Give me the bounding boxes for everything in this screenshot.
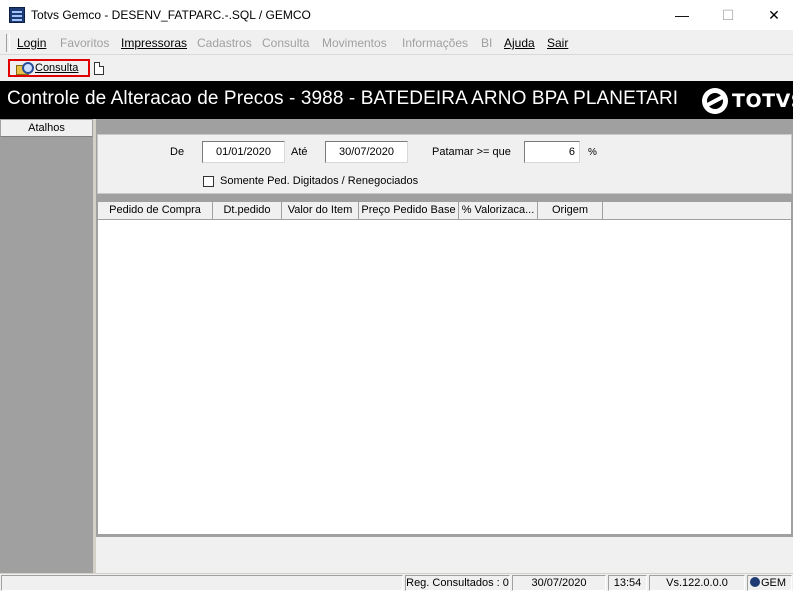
menu-favoritos[interactable]: Favoritos — [60, 36, 109, 50]
consulta-button-label: Consulta — [35, 62, 79, 74]
window-title: Totvs Gemco - DESENV_FATPARC.-.SQL / GEM… — [31, 8, 311, 22]
status-app-label: GEM — [761, 577, 787, 589]
somente-ped-label[interactable]: Somente Ped. Digitados / Renegociados — [220, 175, 418, 187]
toolbar: Consulta — [0, 56, 793, 80]
patamar-label: Patamar >= que — [432, 146, 511, 158]
filter-panel: De 01/01/2020 Até 30/07/2020 Patamar >= … — [97, 134, 792, 194]
ate-date-input[interactable]: 30/07/2020 — [325, 141, 408, 163]
ate-label: Até — [291, 146, 308, 158]
column-header-origem[interactable]: Origem — [538, 202, 603, 219]
menu-cadastros[interactable]: Cadastros — [197, 36, 252, 50]
de-date-input[interactable]: 01/01/2020 — [202, 141, 285, 163]
status-message — [1, 575, 403, 591]
consulta-button[interactable]: Consulta — [8, 59, 90, 77]
status-bar: Reg. Consultados : 0 30/07/2020 13:54 Vs… — [0, 573, 793, 591]
somente-ped-checkbox[interactable] — [203, 176, 214, 187]
de-label: De — [170, 146, 185, 158]
status-time: 13:54 — [608, 575, 647, 591]
status-version: Vs.122.0.0.0 — [649, 575, 745, 591]
column-header-valor-item[interactable]: Valor do Item — [282, 202, 359, 219]
page-title: Controle de Alteracao de Precos - 3988 -… — [7, 88, 679, 109]
status-date: 30/07/2020 — [512, 575, 606, 591]
totvs-logo-icon — [702, 88, 728, 114]
new-document-icon[interactable] — [94, 62, 104, 75]
search-folder-icon — [16, 62, 34, 75]
app-icon — [9, 7, 25, 23]
menu-consulta[interactable]: Consulta — [262, 36, 309, 50]
status-reg-consultados: Reg. Consultados : 0 — [405, 575, 510, 591]
title-bar: Totvs Gemco - DESENV_FATPARC.-.SQL / GEM… — [0, 0, 793, 30]
table-header: Pedido de Compra Dt.pedido Valor do Item… — [98, 202, 791, 220]
sidebar-header[interactable]: Atalhos — [0, 119, 93, 137]
percent-label: % — [588, 147, 597, 158]
menu-movimentos[interactable]: Movimentos — [322, 36, 387, 50]
main-bottom-panel — [96, 537, 793, 573]
results-table[interactable]: Pedido de Compra Dt.pedido Valor do Item… — [97, 201, 792, 535]
patamar-input[interactable]: 6 — [524, 141, 580, 163]
menu-grip — [6, 34, 10, 52]
menu-bar: Login Favoritos Impressoras Cadastros Co… — [0, 31, 793, 55]
column-header-pedido[interactable]: Pedido de Compra — [98, 202, 213, 219]
totvs-logo: TOTVS — [702, 88, 793, 114]
main-area: De 01/01/2020 Até 30/07/2020 Patamar >= … — [96, 119, 793, 573]
menu-sair[interactable]: Sair — [547, 36, 568, 50]
minimize-button[interactable]: — — [659, 0, 705, 30]
close-button[interactable]: ✕ — [751, 0, 793, 30]
column-header-preco-base[interactable]: Preço Pedido Base — [359, 202, 459, 219]
menu-impressoras[interactable]: Impressoras — [121, 36, 187, 50]
status-app: GEM — [747, 575, 792, 591]
menu-login[interactable]: Login — [17, 36, 46, 50]
menu-informacoes[interactable]: Informações — [402, 36, 468, 50]
header-banner: Controle de Alteracao de Precos - 3988 -… — [0, 81, 793, 119]
column-header-dt-pedido[interactable]: Dt.pedido — [213, 202, 282, 219]
column-header-valorizacao[interactable]: % Valorizaca... — [459, 202, 538, 219]
maximize-button[interactable]: ☐ — [705, 0, 751, 30]
sidebar: Atalhos — [0, 119, 95, 573]
gemco-icon — [750, 577, 760, 587]
totvs-logo-text: TOTVS — [732, 90, 793, 112]
menu-ajuda[interactable]: Ajuda — [504, 36, 535, 50]
menu-bi[interactable]: BI — [481, 36, 492, 50]
